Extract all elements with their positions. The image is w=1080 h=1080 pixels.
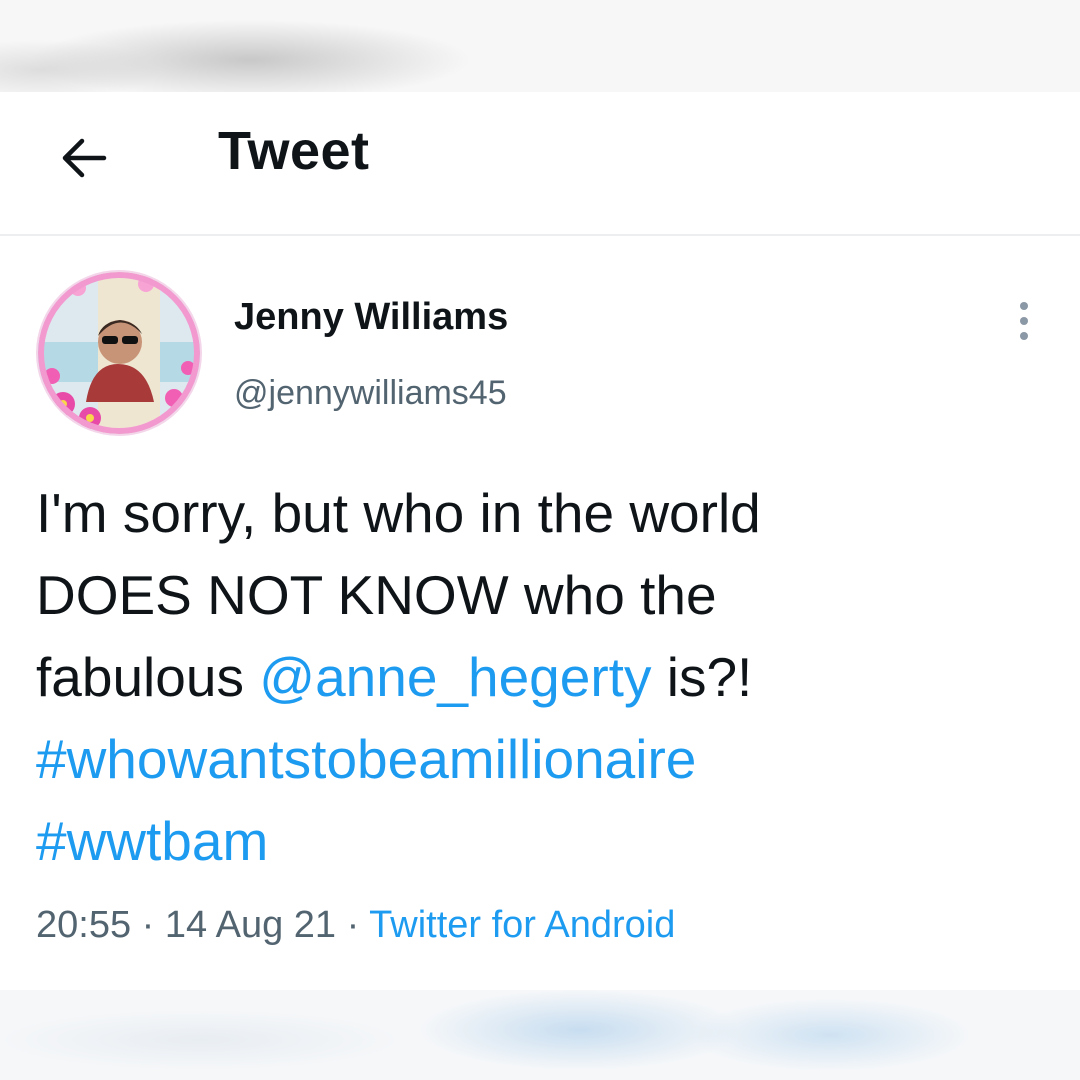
page-title: Tweet xyxy=(218,121,370,181)
avatar-photo xyxy=(38,272,200,434)
tweet-screenshot: Tweet Jenny Williams @jennywilliams45 I'… xyxy=(0,0,1080,1080)
avatar[interactable] xyxy=(36,270,202,436)
mention-link[interactable]: @anne_hegerty xyxy=(259,646,651,708)
blurred-bottom-strip xyxy=(0,990,1080,1080)
user-handle[interactable]: @jennywilliams45 xyxy=(234,374,507,413)
tweet-time[interactable]: 20:55 xyxy=(36,904,131,946)
display-name[interactable]: Jenny Williams xyxy=(234,296,508,339)
more-options-button[interactable] xyxy=(1004,296,1044,346)
tweet-metadata: 20:55 · 14 Aug 21 · Twitter for Android xyxy=(36,904,675,947)
blurred-top-strip xyxy=(0,0,1080,92)
tweet-text-line: fabulous @anne_hegerty is?! xyxy=(36,636,1046,718)
vertical-ellipsis-icon xyxy=(1020,302,1028,340)
tweet-text-line: DOES NOT KNOW who the xyxy=(36,564,717,626)
tweet-text-line: I'm sorry, but who in the world xyxy=(36,482,761,544)
back-button[interactable] xyxy=(52,126,116,190)
tweet-text-segment: fabulous xyxy=(36,646,260,708)
separator-dot: · xyxy=(131,904,165,946)
separator-dot: · xyxy=(336,904,370,946)
hashtag-link[interactable]: #whowantstobeamillionaire xyxy=(36,718,1046,800)
header-bar: Tweet xyxy=(0,92,1080,236)
tweet-card: Jenny Williams @jennywilliams45 I'm sorr… xyxy=(0,236,1080,990)
tweet-text: I'm sorry, but who in the world DOES NOT… xyxy=(36,472,1046,882)
tweet-text-segment: is?! xyxy=(651,646,753,708)
tweet-date[interactable]: 14 Aug 21 xyxy=(165,904,336,946)
tweet-source-link[interactable]: Twitter for Android xyxy=(369,904,675,946)
hashtag-link[interactable]: #wwtbam xyxy=(36,800,1046,882)
arrow-left-icon xyxy=(62,138,107,178)
